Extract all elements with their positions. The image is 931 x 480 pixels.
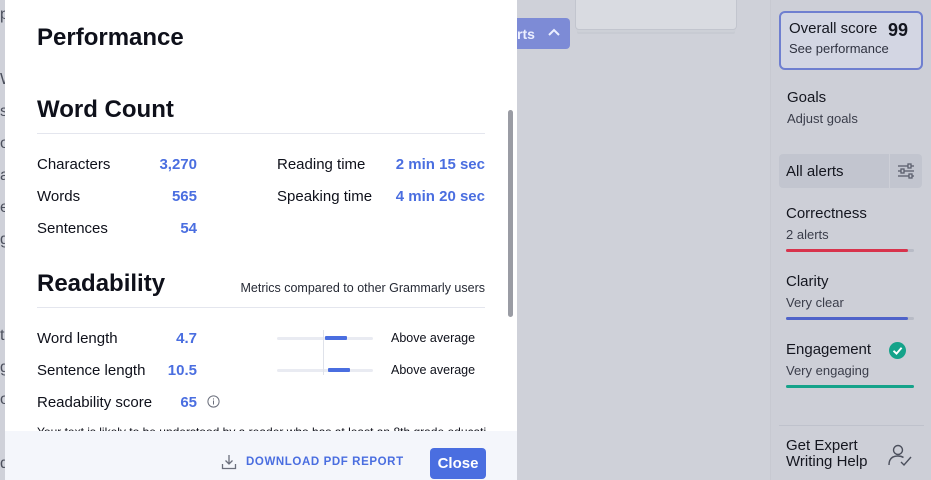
expert-help-line2: Writing Help [786,453,868,470]
speaking-time-label: Speaking time [277,188,373,205]
download-pdf-button[interactable]: DOWNLOAD PDF REPORT [221,453,404,471]
readability-score-label: Readability score [37,394,153,411]
category-score-fill [786,385,914,388]
speaking-time-value: 4 min 20 sec [395,188,485,205]
word-length-meter-fill [325,336,347,340]
category-score-fill [786,317,908,320]
category-score-bar [786,249,914,252]
characters-value: 3,270 [159,156,197,173]
download-icon [221,455,237,470]
category-score-fill [786,249,908,252]
words-label: Words [37,188,81,205]
category-name: Clarity [786,273,829,290]
reading-time-label: Reading time [277,156,366,173]
overall-score-card[interactable]: Overall score 99 See performance [779,11,923,70]
word-length-rating: Above average [391,331,476,345]
average-marker [323,330,324,375]
sentence-length-value: 10.5 [167,362,197,379]
readability-score-value: 65 [180,394,197,411]
sentences-label: Sentences [37,220,108,237]
sidebar: Overall score 99 See performance Goals A… [770,0,931,480]
word-length-value: 4.7 [176,330,197,347]
filter-button[interactable] [890,154,922,188]
word-count-heading: Word Count [37,96,174,123]
divider [37,307,485,308]
all-alerts-tab[interactable]: All alerts [779,154,889,188]
download-pdf-label: DOWNLOAD PDF REPORT [246,456,404,468]
adjust-goals-link[interactable]: Adjust goals [787,111,858,126]
sentence-length-label: Sentence length [37,362,146,379]
category-engagement[interactable]: Engagement Very engaging [786,341,914,388]
sentence-length-meter [277,368,373,372]
readability-heading: Readability [37,270,166,297]
word-length-label: Word length [37,330,118,347]
category-status: 2 alerts [786,227,829,242]
see-performance-link[interactable]: See performance [789,41,921,56]
panel-footer: DOWNLOAD PDF REPORT Close [5,431,517,480]
check-circle-icon [889,342,906,359]
sentence-length-meter-fill [328,368,350,372]
sentences-value: 54 [180,220,197,237]
alert-card-stack[interactable] [575,0,737,30]
alerts-toggle-label: rts [517,26,535,42]
category-score-bar [786,317,914,320]
divider [37,133,485,134]
expert-help-line1: Get Expert [786,437,858,454]
word-length-meter [277,336,373,340]
category-name: Correctness [786,205,867,222]
characters-label: Characters [37,156,111,173]
panel-title: Performance [37,24,184,51]
sliders-icon [898,163,914,179]
close-button[interactable]: Close [430,448,486,479]
expert-help-link[interactable]: Get Expert Writing Help [786,438,867,470]
panel-scrollbar-thumb[interactable] [508,110,513,317]
sentence-length-rating: Above average [391,363,476,377]
category-clarity[interactable]: Clarity Very clear [786,273,914,320]
goals-item[interactable]: Goals Adjust goals [787,89,858,126]
editor-text-fragment: t [0,327,5,344]
performance-panel: Performance Word Count Characters 3,270 … [5,0,517,480]
words-value: 565 [171,188,197,205]
category-status: Very clear [786,295,844,310]
goals-label: Goals [787,89,827,106]
chevron-up-icon [548,28,560,36]
overall-score-value: 99 [887,20,908,40]
category-correctness[interactable]: Correctness 2 alerts [786,205,914,252]
info-icon[interactable] [207,395,220,408]
category-status: Very engaging [786,363,870,378]
reading-time-value: 2 min 15 sec [395,156,485,173]
category-score-bar [786,385,914,388]
expert-person-icon[interactable] [887,442,913,468]
divider [779,425,924,426]
readability-note: Metrics compared to other Grammarly user… [240,281,485,295]
